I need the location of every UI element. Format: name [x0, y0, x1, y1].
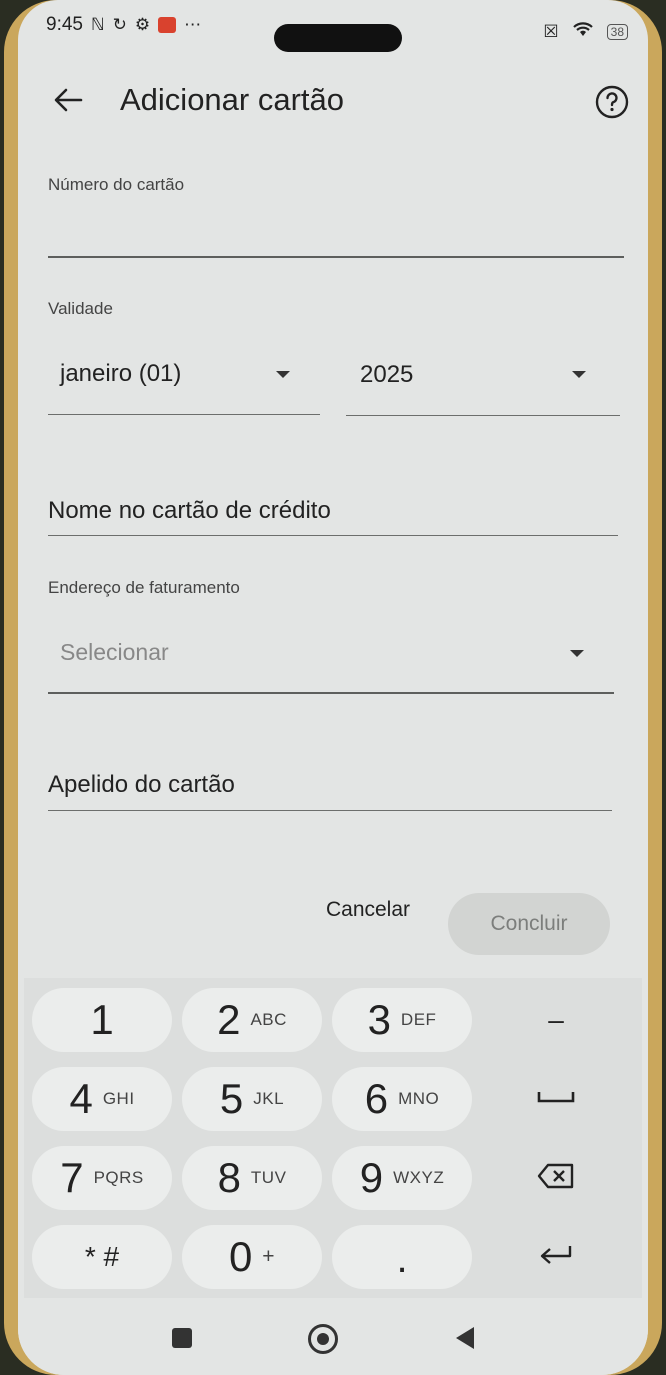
- key-digit: 5: [219, 1075, 244, 1122]
- key-9[interactable]: 9 WXYZ: [332, 1146, 472, 1210]
- battery-icon: 38: [606, 23, 628, 40]
- key-digit: 9: [359, 1154, 384, 1201]
- minus-symbol: –: [548, 1004, 564, 1035]
- mail-notification-icon: [158, 17, 177, 33]
- status-bar-right: ☒ 38: [543, 20, 628, 43]
- chevron-down-icon: [570, 650, 584, 657]
- settings-gear-icon: ⚙: [134, 15, 151, 34]
- camera-notch: [274, 24, 402, 52]
- key-digit: 6: [364, 1075, 389, 1122]
- cancel-button[interactable]: Cancelar: [312, 890, 424, 930]
- sync-icon: ↻: [112, 15, 127, 34]
- key-letters: JKL: [253, 1089, 285, 1108]
- key-digit: 4: [69, 1075, 93, 1122]
- backspace-icon: [537, 1163, 575, 1194]
- billing-address-label: Endereço de faturamento: [48, 578, 240, 597]
- home-icon: [317, 1333, 329, 1345]
- key-letters: GHI: [102, 1089, 135, 1108]
- space-icon: [537, 1090, 575, 1109]
- key-letters: MNO: [398, 1089, 440, 1108]
- key-letters: ABC: [250, 1010, 287, 1029]
- sim-off-icon: ☒: [543, 21, 559, 41]
- key-8[interactable]: 8 TUV: [182, 1146, 322, 1210]
- key-digit: 3: [367, 996, 391, 1043]
- cardholder-name-placeholder: Nome no cartão de crédito: [48, 497, 331, 524]
- done-button[interactable]: Concluir: [448, 893, 610, 955]
- key-digit: 1: [90, 996, 114, 1043]
- key-1[interactable]: 1: [32, 988, 172, 1052]
- recents-button[interactable]: [172, 1328, 192, 1348]
- key-enter[interactable]: [486, 1225, 626, 1289]
- back-button[interactable]: [48, 82, 88, 122]
- expiry-year-underline: [346, 415, 620, 416]
- chevron-down-icon: [276, 371, 290, 378]
- question-circle-icon: [594, 85, 630, 124]
- key-letters: +: [262, 1245, 276, 1268]
- nfc-icon: ℕ: [90, 15, 105, 34]
- expiry-month-value: janeiro (01): [60, 360, 182, 387]
- key-star-hash[interactable]: * #: [32, 1225, 172, 1289]
- status-bar-left: 9:45 ℕ ↻ ⚙ ⋯: [46, 14, 201, 36]
- chevron-down-icon: [572, 371, 586, 378]
- key-0[interactable]: 0 +: [182, 1225, 322, 1289]
- key-digit: 8: [217, 1154, 241, 1201]
- card-number-field[interactable]: [48, 200, 624, 258]
- expiry-month-dropdown[interactable]: janeiro (01): [48, 344, 320, 414]
- expiry-year-dropdown[interactable]: 2025: [346, 344, 620, 414]
- key-2[interactable]: 2 ABC: [182, 988, 322, 1052]
- key-letters: PQRS: [93, 1168, 144, 1187]
- key-digit: 2: [217, 996, 241, 1043]
- more-notifications-icon: ⋯: [184, 15, 202, 34]
- key-5[interactable]: 5 JKL: [182, 1067, 322, 1131]
- card-nickname-field[interactable]: Apelido do cartão: [48, 755, 612, 811]
- key-digit: 0: [228, 1233, 253, 1280]
- key-letters: TUV: [250, 1168, 287, 1187]
- arrow-left-icon: [53, 87, 83, 118]
- help-button[interactable]: [594, 84, 630, 120]
- numeric-keypad: 1 2 ABC 3 DEF – 4 GHI 5 JKL 6 MNO 7 PQRS…: [24, 978, 642, 1298]
- wifi-icon: [571, 20, 595, 43]
- expiry-year-value: 2025: [360, 361, 414, 388]
- key-letters: WXYZ: [393, 1168, 445, 1187]
- key-7[interactable]: 7 PQRS: [32, 1146, 172, 1210]
- cardholder-name-underline: [48, 535, 618, 536]
- billing-address-dropdown[interactable]: Selecionar: [48, 630, 614, 692]
- key-digit: * #: [84, 1241, 120, 1272]
- expiry-label: Validade: [48, 299, 113, 318]
- key-digit: .: [396, 1236, 408, 1281]
- enter-icon: [539, 1243, 573, 1272]
- app-screen: 9:45 ℕ ↻ ⚙ ⋯ ☒ 38 Adicionar cartão Númer…: [18, 0, 648, 1375]
- expiry-month-underline: [48, 414, 320, 415]
- key-space[interactable]: [486, 1067, 626, 1131]
- page-title: Adicionar cartão: [120, 82, 345, 117]
- card-nickname-placeholder: Apelido do cartão: [48, 771, 235, 798]
- status-time: 9:45: [46, 14, 83, 35]
- billing-address-placeholder: Selecionar: [60, 639, 169, 665]
- key-4[interactable]: 4 GHI: [32, 1067, 172, 1131]
- card-nickname-underline: [48, 810, 612, 811]
- key-letters: DEF: [400, 1010, 437, 1029]
- nav-back-button[interactable]: [456, 1327, 474, 1349]
- key-dot[interactable]: .: [332, 1225, 472, 1289]
- key-3[interactable]: 3 DEF: [332, 988, 472, 1052]
- key-backspace[interactable]: [486, 1146, 626, 1210]
- key-6[interactable]: 6 MNO: [332, 1067, 472, 1131]
- cardholder-name-field[interactable]: Nome no cartão de crédito: [48, 480, 618, 536]
- key-digit: 7: [60, 1154, 84, 1201]
- billing-address-underline: [48, 692, 614, 694]
- home-button[interactable]: [308, 1324, 338, 1354]
- key-minus[interactable]: –: [486, 988, 626, 1052]
- card-number-underline: [48, 256, 624, 258]
- card-number-label: Número do cartão: [48, 175, 185, 194]
